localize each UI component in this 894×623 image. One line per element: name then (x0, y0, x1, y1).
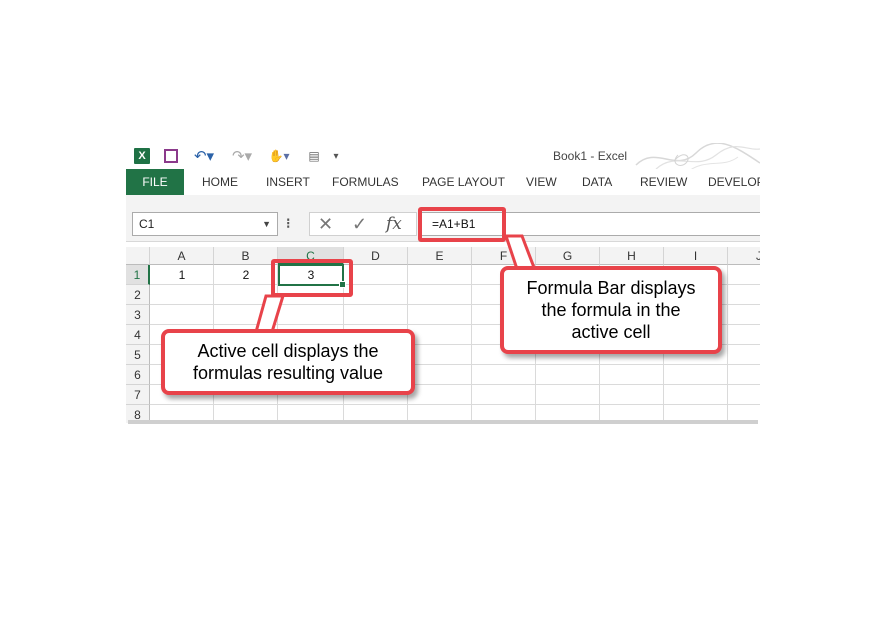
formula-bar-highlight (418, 207, 506, 242)
formula-bar-callout: Formula Bar displays the formula in the … (500, 266, 722, 354)
active-cell-callout: Active cell displays the formulas result… (161, 329, 415, 395)
callout-pointers (254, 234, 541, 334)
active-cell-callout-text: Active cell displays the formulas result… (192, 341, 384, 383)
formula-bar-callout-text: Formula Bar displays the formula in the … (526, 278, 696, 342)
active-cell-highlight (271, 259, 353, 297)
active-cell-callout-pointer (254, 294, 286, 334)
